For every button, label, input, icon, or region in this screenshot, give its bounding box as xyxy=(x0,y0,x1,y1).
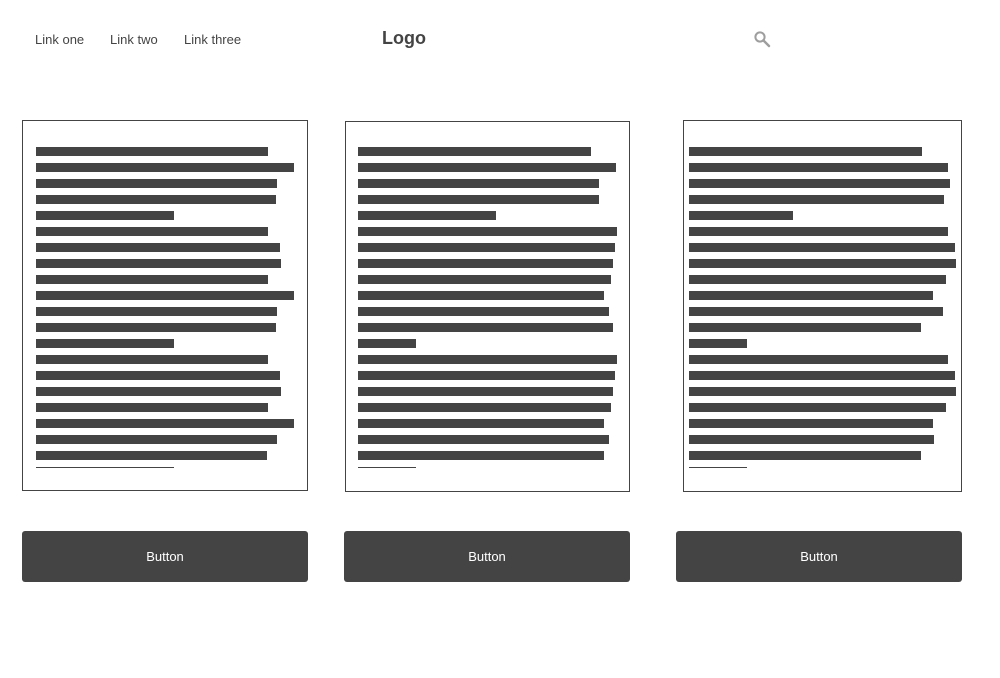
placeholder-text-line xyxy=(36,179,277,188)
placeholder-text-line xyxy=(689,339,747,348)
placeholder-text-line xyxy=(689,371,955,380)
card-2-button[interactable]: Button xyxy=(344,531,630,582)
placeholder-text-line xyxy=(36,211,174,220)
placeholder-text-line xyxy=(358,323,613,332)
card-3-button[interactable]: Button xyxy=(676,531,962,582)
placeholder-text-line xyxy=(689,451,921,460)
placeholder-text-line xyxy=(358,243,615,252)
placeholder-text-line xyxy=(358,179,599,188)
placeholder-text-line xyxy=(689,323,921,332)
placeholder-text-line xyxy=(358,467,416,468)
placeholder-text-line xyxy=(358,291,604,300)
placeholder-text-line xyxy=(358,211,496,220)
placeholder-text-line xyxy=(689,147,922,156)
placeholder-text-line xyxy=(36,195,276,204)
placeholder-text-line xyxy=(358,339,416,348)
placeholder-text-line xyxy=(689,195,944,204)
placeholder-text-line xyxy=(36,435,277,444)
placeholder-text-line xyxy=(36,467,174,468)
logo[interactable]: Logo xyxy=(382,27,426,49)
nav-link-one[interactable]: Link one xyxy=(35,32,84,48)
placeholder-text-line xyxy=(689,275,946,284)
placeholder-text-line xyxy=(358,435,609,444)
placeholder-text-line xyxy=(358,419,604,428)
search-icon[interactable] xyxy=(753,30,771,48)
placeholder-text-line xyxy=(36,355,268,364)
placeholder-text-line xyxy=(358,403,611,412)
placeholder-text-line xyxy=(36,403,268,412)
nav-link-three[interactable]: Link three xyxy=(184,32,241,48)
placeholder-text-line xyxy=(36,307,277,316)
placeholder-text-line xyxy=(36,291,294,300)
placeholder-text-line xyxy=(689,419,933,428)
placeholder-text-line xyxy=(36,259,281,268)
page: Link one Link two Link three Logo Button… xyxy=(0,0,1000,678)
placeholder-text-line xyxy=(358,307,609,316)
placeholder-text-line xyxy=(358,387,613,396)
placeholder-text-line xyxy=(36,323,276,332)
nav-link-two[interactable]: Link two xyxy=(110,32,158,48)
placeholder-text-line xyxy=(36,419,294,428)
placeholder-text-line xyxy=(36,387,281,396)
placeholder-text-line xyxy=(36,275,268,284)
placeholder-text-line xyxy=(689,291,933,300)
placeholder-text-line xyxy=(689,307,943,316)
placeholder-text-line xyxy=(689,179,950,188)
placeholder-text-line xyxy=(689,243,955,252)
placeholder-text-line xyxy=(689,435,934,444)
placeholder-text-line xyxy=(689,387,956,396)
placeholder-text-line xyxy=(358,227,617,236)
placeholder-text-line xyxy=(358,259,613,268)
placeholder-text-line xyxy=(358,451,604,460)
placeholder-text-line xyxy=(358,195,599,204)
placeholder-text-line xyxy=(36,147,268,156)
placeholder-text-line xyxy=(358,355,617,364)
placeholder-text-line xyxy=(36,451,267,460)
placeholder-text-line xyxy=(36,243,280,252)
placeholder-text-line xyxy=(358,147,591,156)
placeholder-text-line xyxy=(358,275,611,284)
placeholder-text-line xyxy=(36,227,268,236)
placeholder-text-line xyxy=(689,467,747,468)
placeholder-text-line xyxy=(689,259,956,268)
placeholder-text-line xyxy=(36,371,280,380)
placeholder-text-line xyxy=(689,403,946,412)
placeholder-text-line xyxy=(689,227,948,236)
placeholder-text-line xyxy=(689,211,793,220)
placeholder-text-line xyxy=(689,163,948,172)
placeholder-text-line xyxy=(358,371,615,380)
placeholder-text-line xyxy=(36,339,174,348)
placeholder-text-line xyxy=(689,355,948,364)
card-1-button[interactable]: Button xyxy=(22,531,308,582)
placeholder-text-line xyxy=(358,163,616,172)
placeholder-text-line xyxy=(36,163,294,172)
